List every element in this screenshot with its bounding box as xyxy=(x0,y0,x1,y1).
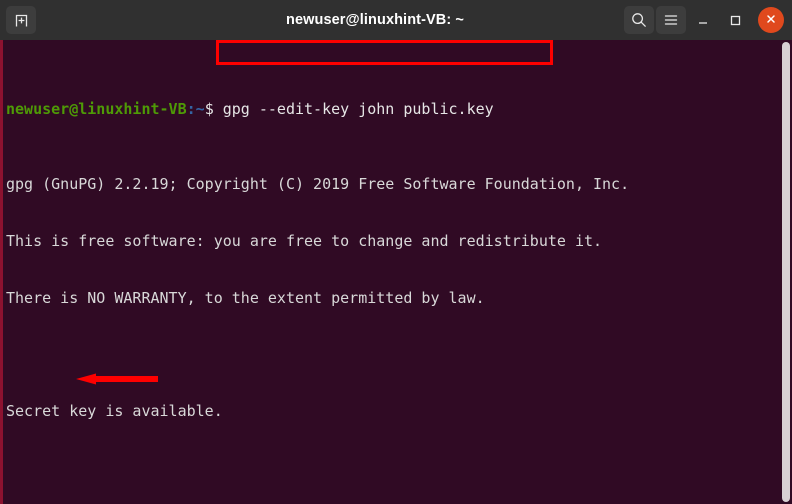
output-line: This is free software: you are free to c… xyxy=(6,232,603,251)
prompt-user-host: newuser@linuxhint-VB xyxy=(6,99,187,118)
terminal-scrollbar[interactable] xyxy=(782,42,790,502)
maximize-button[interactable] xyxy=(720,6,750,34)
hamburger-menu-icon xyxy=(662,11,680,29)
output-line: There is NO WARRANTY, to the extent perm… xyxy=(6,288,485,307)
close-button[interactable] xyxy=(758,7,784,33)
prompt-path: ~ xyxy=(195,99,205,118)
prompt-symbol: $ xyxy=(204,99,214,118)
titlebar-left-group xyxy=(6,6,126,34)
new-tab-button[interactable] xyxy=(6,6,36,34)
search-icon xyxy=(630,11,648,29)
minimize-button[interactable] xyxy=(688,6,718,34)
window-title: newuser@linuxhint-VB: ~ xyxy=(286,12,464,28)
new-tab-icon xyxy=(13,12,30,29)
terminal-command: gpg --edit-key john public.key xyxy=(222,99,494,118)
terminal-window: newuser@linuxhint-VB: ~ newuser@linuxhin… xyxy=(0,0,792,504)
maximize-icon xyxy=(727,12,743,28)
output-line: Secret key is available. xyxy=(6,402,223,421)
minimize-icon xyxy=(695,12,711,28)
close-icon xyxy=(764,11,778,30)
terminal-prompt-line: newuser@linuxhint-VB:~$ gpg --edit-key j… xyxy=(6,100,783,119)
window-titlebar: newuser@linuxhint-VB: ~ xyxy=(0,0,792,40)
titlebar-right-group xyxy=(624,6,786,34)
terminal-screen[interactable]: newuser@linuxhint-VB:~$ gpg --edit-key j… xyxy=(3,40,783,504)
menu-button[interactable] xyxy=(656,6,686,34)
output-line: gpg (GnuPG) 2.2.19; Copyright (C) 2019 F… xyxy=(6,175,630,194)
prompt-colon: : xyxy=(186,99,196,118)
search-button[interactable] xyxy=(624,6,654,34)
